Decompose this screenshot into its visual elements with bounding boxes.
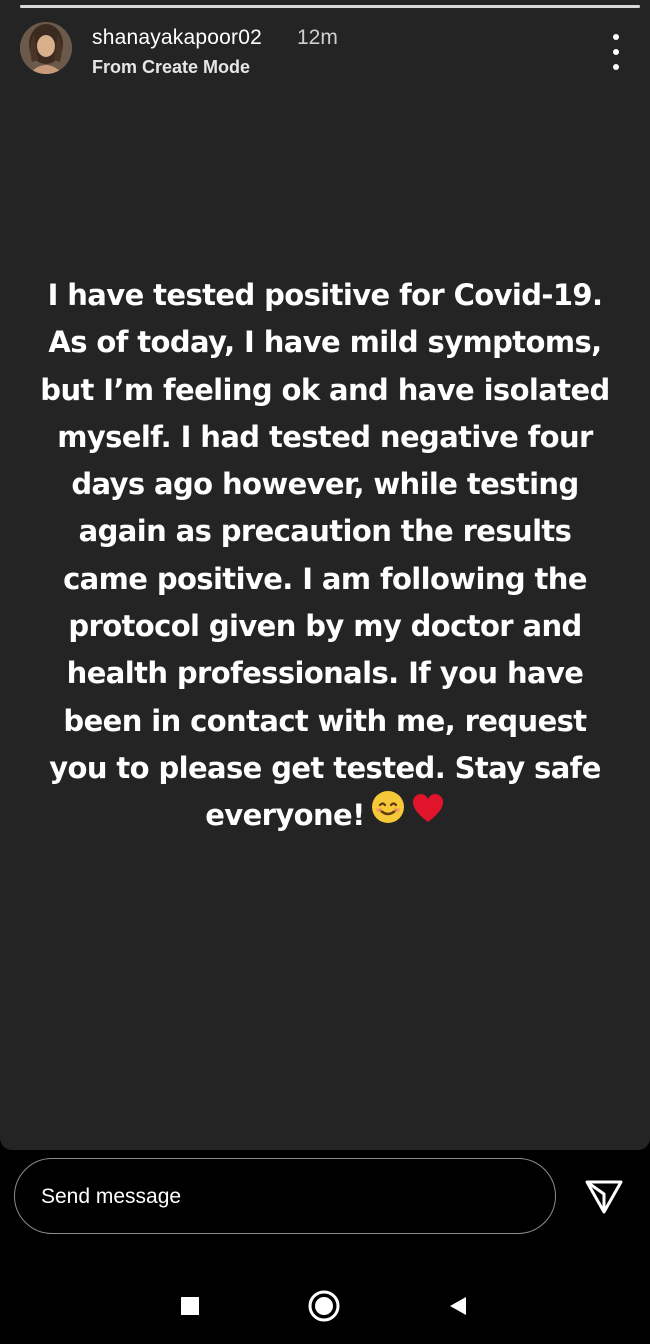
story-text-line: myself. I had tested negative four [57,419,593,454]
story-progress-fill [20,5,640,8]
send-message-input[interactable] [39,1159,523,1235]
story-text-line: came positive. I am following the [63,561,587,596]
avatar[interactable] [20,22,72,74]
post-time: 12m [297,26,338,49]
story-progress-bar [20,5,640,8]
story-text-line: been in contact with me, request [63,703,587,738]
back-triangle-icon[interactable] [438,1286,478,1326]
story-text-line: I have tested positive for Covid-19. [47,278,603,312]
story-text-last-line: everyone! [20,790,630,841]
story-text-line: again as precaution the results [78,514,572,549]
story-text-line: everyone! [205,798,365,833]
smiling-face-emoji [371,790,405,838]
story-text-line: but I’m feeling ok and have isolated [40,372,610,407]
story-card[interactable]: shanayakapoor02 12m From Create Mode I h… [0,0,650,1150]
story-text: I have tested positive for Covid-19. As … [20,272,630,841]
red-heart-emoji [411,791,445,838]
more-vertical-icon[interactable] [604,34,628,70]
home-circle-icon[interactable] [304,1286,344,1326]
message-composer[interactable] [14,1158,556,1235]
username[interactable]: shanayakapoor02 [92,26,262,50]
story-header: shanayakapoor02 12m From Create Mode [20,22,634,82]
story-text-line: As of today, I have mild symptoms, [48,325,602,360]
send-paper-plane-icon[interactable] [582,1174,626,1218]
story-text-line: protocol given by my doctor and [68,609,582,644]
story-text-line: days ago however, while testing [71,467,579,502]
recents-square-icon[interactable] [170,1286,210,1326]
story-text-line: you to please get tested. Stay safe [49,750,601,785]
story-text-line: health professionals. If you have [66,656,584,691]
story-screen: shanayakapoor02 12m From Create Mode I h… [0,0,650,1344]
system-navigation-bar [0,1262,650,1344]
story-source-label: From Create Mode [92,57,251,77]
